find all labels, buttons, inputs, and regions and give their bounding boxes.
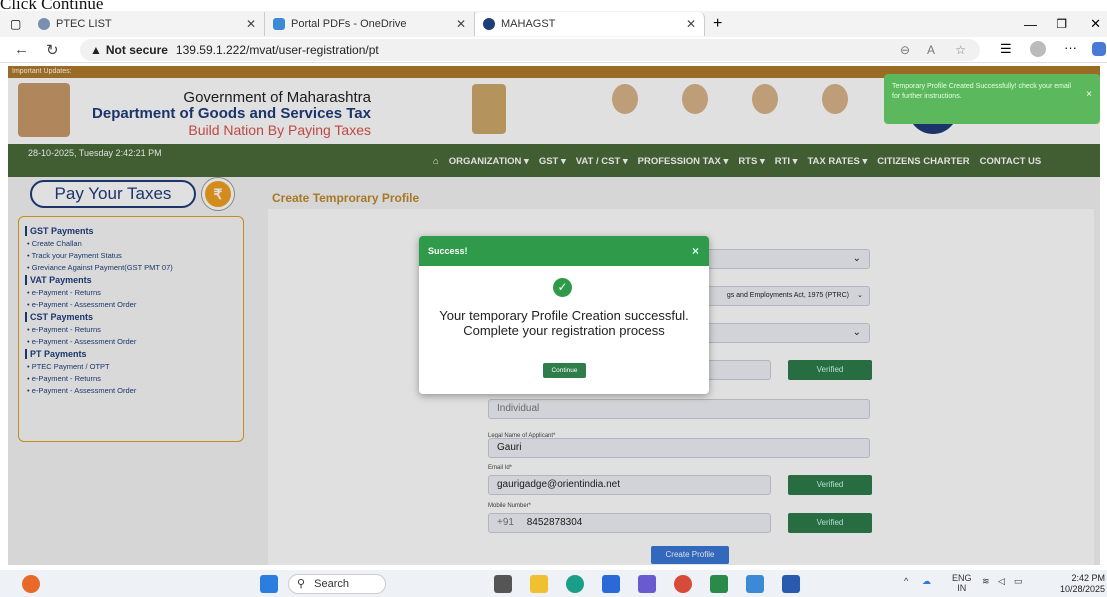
clock-date: 10/28/2025 bbox=[1059, 584, 1105, 594]
file-explorer-icon[interactable] bbox=[530, 575, 548, 593]
success-message: Your temporary Profile Creation successf… bbox=[439, 308, 689, 338]
edge-icon[interactable] bbox=[566, 575, 584, 593]
volume-icon[interactable]: ◁ bbox=[998, 576, 1005, 587]
warning-icon: ▲ bbox=[90, 43, 102, 57]
zoom-icon[interactable]: ⊖ bbox=[900, 43, 910, 57]
tab-mahagst[interactable]: MAHAGST ✕ bbox=[475, 12, 705, 36]
new-tab-button[interactable]: + bbox=[713, 15, 722, 33]
copilot-icon[interactable] bbox=[1092, 42, 1106, 56]
task-view-icon[interactable] bbox=[494, 575, 512, 593]
tab-label: MAHAGST bbox=[501, 18, 556, 30]
modal-header: Success! × bbox=[419, 236, 709, 266]
onedrive-favicon-icon bbox=[273, 18, 285, 30]
tab-label: PTEC LIST bbox=[56, 18, 112, 30]
restore-icon[interactable]: ❐ bbox=[1056, 17, 1067, 31]
lang-code: ENG bbox=[952, 573, 972, 583]
tab-ptec-list[interactable]: PTEC LIST ✕ bbox=[30, 12, 265, 36]
ptec-favicon-icon bbox=[38, 18, 50, 30]
reload-icon[interactable]: ↻ bbox=[46, 41, 59, 59]
url-text: 139.59.1.222/mvat/user-registration/pt bbox=[175, 43, 379, 57]
start-icon[interactable] bbox=[260, 575, 278, 593]
taskbar: ⚲ Search ^ ☁ ENG IN ≋ ◁ ▭ 2:42 PM 10/28/… bbox=[0, 570, 1107, 597]
more-icon[interactable]: ··· bbox=[1064, 40, 1077, 55]
outlook-icon[interactable] bbox=[602, 575, 620, 593]
toast-text: Temporary Profile Created Successfully! … bbox=[892, 83, 1071, 100]
success-toast: Temporary Profile Created Successfully! … bbox=[884, 74, 1100, 124]
onedrive-icon[interactable]: ☁ bbox=[922, 576, 931, 587]
url-field[interactable]: ▲ Not secure 139.59.1.222/mvat/user-regi… bbox=[80, 39, 980, 61]
tab-onedrive[interactable]: Portal PDFs - OneDrive ✕ bbox=[265, 12, 475, 36]
favorite-icon[interactable]: ☆ bbox=[955, 43, 966, 57]
lang-region: IN bbox=[957, 583, 967, 593]
search-label: Search bbox=[314, 578, 349, 590]
battery-icon[interactable]: ▭ bbox=[1014, 576, 1023, 587]
check-circle-icon: ✓ bbox=[553, 278, 572, 297]
profile-icon[interactable] bbox=[1030, 41, 1046, 57]
clock-time: 2:42 PM bbox=[1071, 573, 1105, 583]
widgets-icon[interactable] bbox=[22, 575, 40, 593]
success-modal: Success! × ✓ Your temporary Profile Crea… bbox=[419, 236, 709, 394]
close-tab-icon[interactable]: ✕ bbox=[686, 17, 696, 31]
snipping-icon[interactable] bbox=[746, 575, 764, 593]
address-bar: ← ↻ ▲ Not secure 139.59.1.222/mvat/user-… bbox=[0, 37, 1107, 63]
modal-title: Success! bbox=[428, 246, 468, 256]
language-indicator[interactable]: ENG IN bbox=[952, 573, 972, 593]
taskbar-search[interactable]: ⚲ Search bbox=[288, 574, 386, 594]
close-tab-icon[interactable]: ✕ bbox=[456, 17, 466, 31]
continue-button[interactable]: Continue bbox=[543, 363, 586, 378]
clock[interactable]: 2:42 PM 10/28/2025 bbox=[1060, 573, 1105, 595]
chrome-icon[interactable] bbox=[674, 575, 692, 593]
mahagst-favicon-icon bbox=[483, 18, 495, 30]
toast-close-icon[interactable]: × bbox=[1086, 90, 1092, 100]
not-secure-label: Not secure bbox=[105, 43, 168, 57]
modal-close-icon[interactable]: × bbox=[692, 236, 699, 266]
favorites-icon[interactable]: ☰ bbox=[1000, 41, 1012, 57]
wifi-icon[interactable]: ≋ bbox=[982, 576, 990, 587]
tab-actions-icon[interactable]: ▢ bbox=[10, 17, 30, 31]
back-icon[interactable]: ← bbox=[14, 41, 29, 58]
teams-icon[interactable] bbox=[638, 575, 656, 593]
tab-label: Portal PDFs - OneDrive bbox=[291, 18, 407, 30]
chevron-up-icon[interactable]: ^ bbox=[904, 576, 908, 586]
close-window-icon[interactable]: ✕ bbox=[1090, 16, 1101, 32]
search-icon: ⚲ bbox=[297, 578, 306, 590]
tab-bar: ▢ PTEC LIST ✕ Portal PDFs - OneDrive ✕ M… bbox=[0, 11, 1107, 37]
word-icon[interactable] bbox=[782, 575, 800, 593]
close-tab-icon[interactable]: ✕ bbox=[246, 17, 256, 31]
excel-icon[interactable] bbox=[710, 575, 728, 593]
read-aloud-icon[interactable]: A bbox=[927, 43, 935, 57]
minimize-icon[interactable]: — bbox=[1024, 17, 1037, 32]
